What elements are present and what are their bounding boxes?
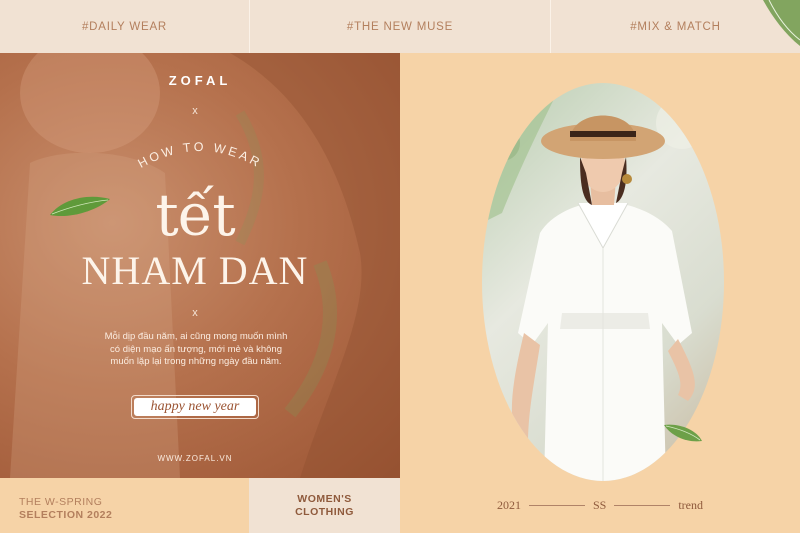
separator-x-bottom: x: [192, 307, 198, 319]
leaf-decoration-top: [763, 0, 800, 46]
happy-new-year-label: happy new year: [134, 398, 256, 416]
trend-season: SS: [592, 498, 607, 512]
how-to-wear-arc: HOW TO WEAR: [136, 140, 265, 171]
trend-divider: [614, 505, 671, 506]
category-label[interactable]: WOMEN'S CLOTHING: [249, 478, 400, 533]
trend-line: 2021 SS trend: [400, 478, 800, 533]
collection-label: THE W-SPRING SELECTION 2022: [0, 478, 249, 533]
collection-line-2: SELECTION 2022: [19, 509, 113, 521]
trend-divider: [528, 505, 585, 506]
brand-logo: ZOFAL: [168, 73, 232, 88]
category-line-1: WOMEN'S: [297, 492, 352, 505]
collection-line-1: THE W-SPRING: [19, 496, 103, 508]
tag-daily-wear[interactable]: #DAILY WEAR: [0, 0, 249, 53]
trend-year: 2021: [496, 498, 521, 512]
trend-word: trend: [678, 498, 703, 512]
script-title: tết: [155, 181, 235, 249]
description-text: Mỗi dịp đầu năm, ai cũng mong muốn mình …: [104, 331, 288, 367]
category-line-2: CLOTHING: [295, 505, 354, 518]
website-link[interactable]: WWW.ZOFAL.VN: [0, 454, 390, 463]
headline: NHAM DAN: [81, 248, 309, 293]
separator-x-top: x: [192, 105, 198, 117]
happy-new-year-button[interactable]: happy new year: [131, 395, 259, 419]
leaf-decoration-right: [664, 424, 702, 442]
photo-panel: [400, 53, 800, 533]
promo-panel: ZOFAL x HOW TO WEAR tết NHAM DAN x Mỗi d…: [0, 53, 400, 478]
tag-the-new-muse[interactable]: #THE NEW MUSE: [249, 0, 551, 53]
top-tag-bar: #DAILY WEAR #THE NEW MUSE #MIX & MATCH: [0, 0, 800, 53]
arc-text: HOW TO WEAR: [136, 140, 265, 171]
